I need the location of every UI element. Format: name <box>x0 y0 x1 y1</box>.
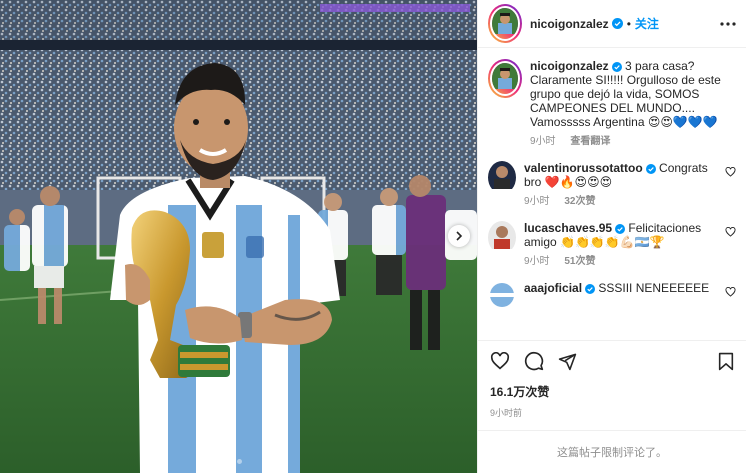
verified-badge-icon <box>611 61 622 72</box>
verified-badge-icon <box>615 223 626 234</box>
separator-dot: • <box>626 16 631 31</box>
comment-username[interactable]: lucaschaves.95 <box>524 221 612 235</box>
comment-row: valentinorussotattoo Congrats bro ❤️🔥😍😍😍… <box>488 161 736 209</box>
comment-heart-icon[interactable] <box>725 167 736 177</box>
comment-time: 9小时 <box>524 256 550 267</box>
heart-icon <box>490 352 510 370</box>
avatar-image <box>488 161 516 189</box>
caption-row: nicoigonzalez 3 para casa? Claramente SI… <box>488 59 736 149</box>
comment-icon <box>524 351 544 371</box>
verified-badge-icon <box>611 18 623 29</box>
share-button[interactable] <box>558 352 577 371</box>
save-button[interactable] <box>718 352 734 371</box>
caption-time: 9小时 <box>530 136 556 147</box>
comment-username[interactable]: valentinorussotattoo <box>524 161 643 175</box>
author-username[interactable]: nicoigonzalez <box>530 17 609 31</box>
comment-heart-icon[interactable] <box>725 287 736 297</box>
comment-row: aaajoficial SSSIII NENEEEEEE <box>488 281 736 314</box>
comment-row: lucaschaves.95 Felicitaciones amigo 👏👏👏👏… <box>488 221 736 269</box>
follow-button[interactable]: 关注 <box>635 15 659 32</box>
post-image <box>0 0 477 473</box>
avatar-image <box>492 8 518 34</box>
bookmark-icon <box>718 352 734 370</box>
comments-list[interactable]: nicoigonzalez 3 para casa? Claramente SI… <box>478 49 746 340</box>
carousel-dot <box>219 459 224 464</box>
comments-limited-notice: 这篇帖子限制评论了。 <box>478 430 746 473</box>
avatar-image <box>488 281 516 309</box>
comment-likes[interactable]: 32次赞 <box>564 196 595 207</box>
avatar-image <box>488 221 516 249</box>
likes-count[interactable]: 16.1万次赞 <box>490 383 734 400</box>
comment-likes[interactable]: 51次赞 <box>564 256 595 267</box>
verified-badge-icon <box>645 163 656 174</box>
post-timestamp[interactable]: 9小时前 <box>490 406 734 419</box>
caption-username[interactable]: nicoigonzalez <box>530 59 609 73</box>
comment-button[interactable] <box>524 351 544 371</box>
verified-badge-icon <box>585 283 596 294</box>
comment-username[interactable]: aaajoficial <box>524 281 582 295</box>
translate-link[interactable]: 查看翻译 <box>570 136 610 147</box>
post-actions: 16.1万次赞 9小时前 <box>478 340 746 419</box>
like-button[interactable] <box>490 352 510 370</box>
post-photo[interactable] <box>0 0 477 473</box>
carousel-indicator <box>219 459 242 464</box>
share-icon <box>558 353 577 370</box>
commenter-avatar[interactable] <box>488 221 516 254</box>
post-side-panel: nicoigonzalez • 关注 nicoigonzalez 3 para … <box>477 0 746 473</box>
avatar-image <box>492 63 518 89</box>
author-avatar[interactable] <box>488 4 522 43</box>
chevron-right-icon <box>456 231 463 241</box>
commenter-avatar[interactable] <box>488 281 516 314</box>
author-avatar[interactable] <box>488 59 522 98</box>
comment-text: SSSIII NENEEEEEE <box>598 281 710 295</box>
commenter-avatar[interactable] <box>488 161 516 194</box>
comment-heart-icon[interactable] <box>725 227 736 237</box>
more-options-icon[interactable] <box>720 21 736 26</box>
carousel-dot <box>228 459 233 464</box>
next-photo-button[interactable] <box>448 225 470 247</box>
carousel-dot <box>237 459 242 464</box>
post-header: nicoigonzalez • 关注 <box>478 0 746 48</box>
comment-time: 9小时 <box>524 196 550 207</box>
